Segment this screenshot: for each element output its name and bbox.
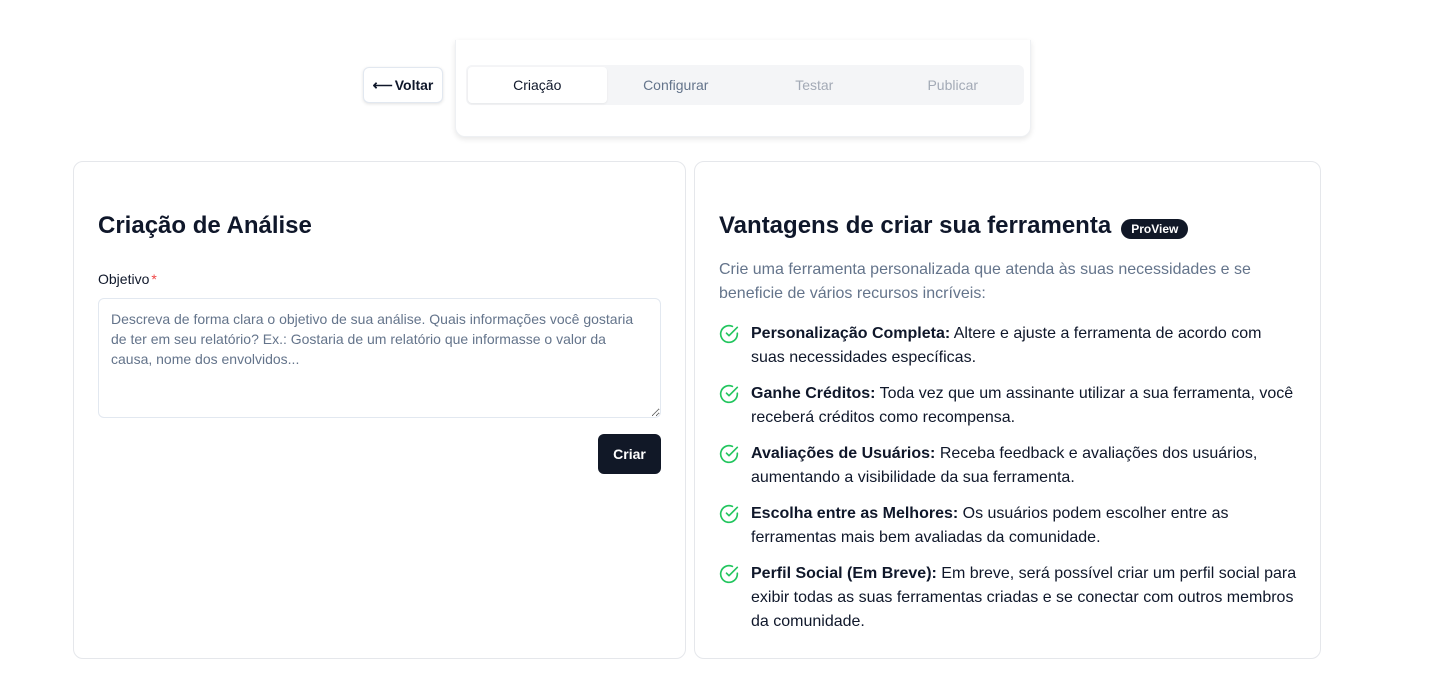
form-title: Criação de Análise xyxy=(98,212,312,239)
objective-label-text: Objetivo xyxy=(98,271,150,287)
arrow-left-icon: ⟵ xyxy=(372,76,393,93)
benefit-title: Perfil Social (Em Breve): xyxy=(751,565,937,582)
benefits-subtitle: Crie uma ferramenta personalizada que at… xyxy=(719,261,1251,302)
benefit-text: Avaliações de Usuários: Receba feedback … xyxy=(751,442,1299,490)
tab-configurar[interactable]: Configurar xyxy=(607,67,746,103)
back-button-label: Voltar xyxy=(394,77,434,93)
benefit-text: Perfil Social (Em Breve): Em breve, será… xyxy=(751,562,1299,634)
check-circle-icon xyxy=(719,324,739,344)
proview-badge: ProView xyxy=(1121,218,1189,239)
benefits-header: Vantagens de criar sua ferramenta ProVie… xyxy=(719,212,1189,240)
back-button[interactable]: ⟵ Voltar xyxy=(363,67,443,103)
stepper-tabs: Criação Configurar Testar Publicar xyxy=(466,65,1024,105)
check-circle-icon xyxy=(719,504,739,524)
benefit-item: Personalização Completa: Altere e ajuste… xyxy=(719,322,1299,370)
objective-label: Objetivo * xyxy=(98,271,157,287)
benefits-title: Vantagens de criar sua ferramenta xyxy=(719,212,1112,239)
stepper-card: Criação Configurar Testar Publicar xyxy=(455,40,1031,137)
benefits-list: Personalização Completa: Altere e ajuste… xyxy=(719,322,1299,646)
objective-textarea[interactable] xyxy=(98,298,661,418)
required-mark: * xyxy=(151,271,157,287)
check-circle-icon xyxy=(719,564,739,584)
benefit-title: Escolha entre as Melhores: xyxy=(751,505,959,522)
benefit-item: Perfil Social (Em Breve): Em breve, será… xyxy=(719,562,1299,634)
benefits-card: Vantagens de criar sua ferramenta ProVie… xyxy=(694,161,1321,659)
check-circle-icon xyxy=(719,444,739,464)
create-button[interactable]: Criar xyxy=(598,434,661,474)
benefit-title: Personalização Completa: xyxy=(751,325,951,342)
tab-publicar: Publicar xyxy=(927,77,979,93)
tab-criacao[interactable]: Criação xyxy=(468,67,607,103)
check-circle-icon xyxy=(719,384,739,404)
benefit-text: Escolha entre as Melhores: Os usuários p… xyxy=(751,502,1299,550)
benefit-title: Ganhe Créditos: xyxy=(751,385,876,402)
benefit-text: Personalização Completa: Altere e ajuste… xyxy=(751,322,1299,370)
benefit-item: Ganhe Créditos: Toda vez que um assinant… xyxy=(719,382,1299,430)
tab-testar: Testar xyxy=(795,77,834,93)
benefit-text: Ganhe Créditos: Toda vez que um assinant… xyxy=(751,382,1299,430)
benefit-item: Avaliações de Usuários: Receba feedback … xyxy=(719,442,1299,490)
benefit-title: Avaliações de Usuários: xyxy=(751,445,936,462)
benefit-item: Escolha entre as Melhores: Os usuários p… xyxy=(719,502,1299,550)
analysis-form-card: Criação de Análise Objetivo* Criar xyxy=(73,161,686,659)
